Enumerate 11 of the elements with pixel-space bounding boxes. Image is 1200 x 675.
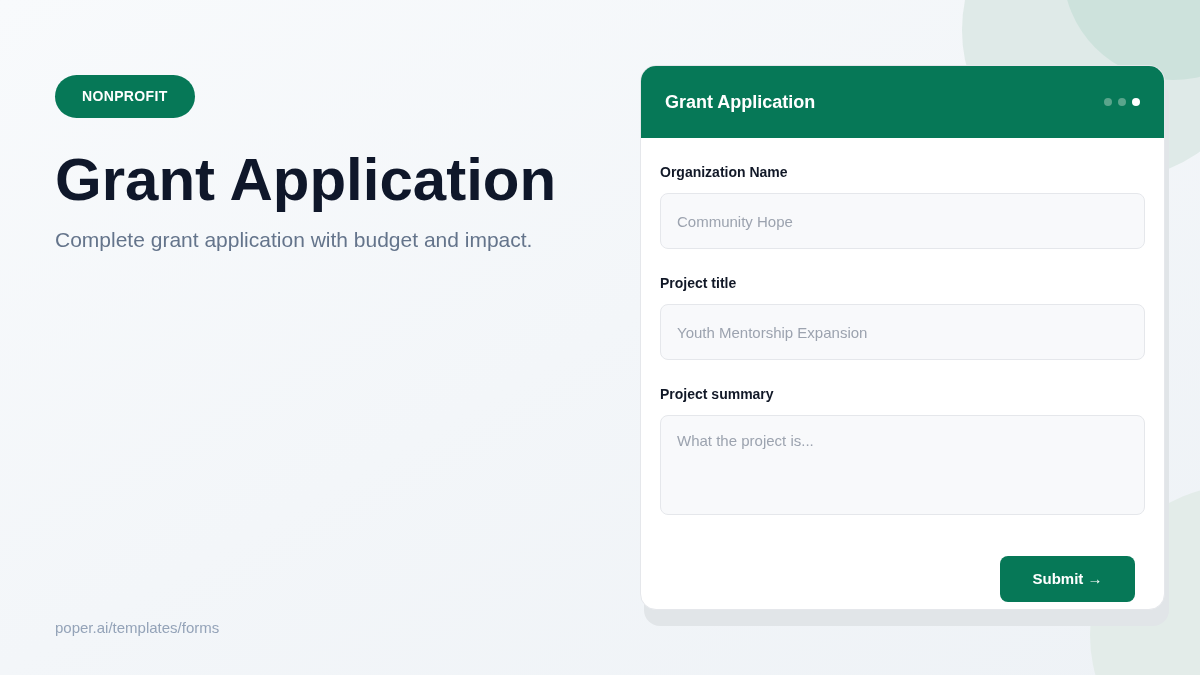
field-label: Project title	[660, 274, 738, 293]
field-label: Organization Name	[660, 163, 789, 182]
text-area[interactable]: What the project is...	[660, 415, 1145, 515]
submit-button[interactable]: Submit →	[1000, 556, 1135, 602]
input-field[interactable]: Community Hope	[660, 193, 1145, 249]
category-badge: NONPROFIT	[55, 75, 195, 118]
page-title: Grant Application	[55, 145, 558, 215]
field-label: Project summary	[660, 385, 775, 404]
page-subtitle: Complete grant application with budget and impact.	[55, 227, 534, 253]
input-field[interactable]: Youth Mentorship Expansion	[660, 304, 1145, 360]
form-title: Grant Application	[665, 90, 816, 114]
